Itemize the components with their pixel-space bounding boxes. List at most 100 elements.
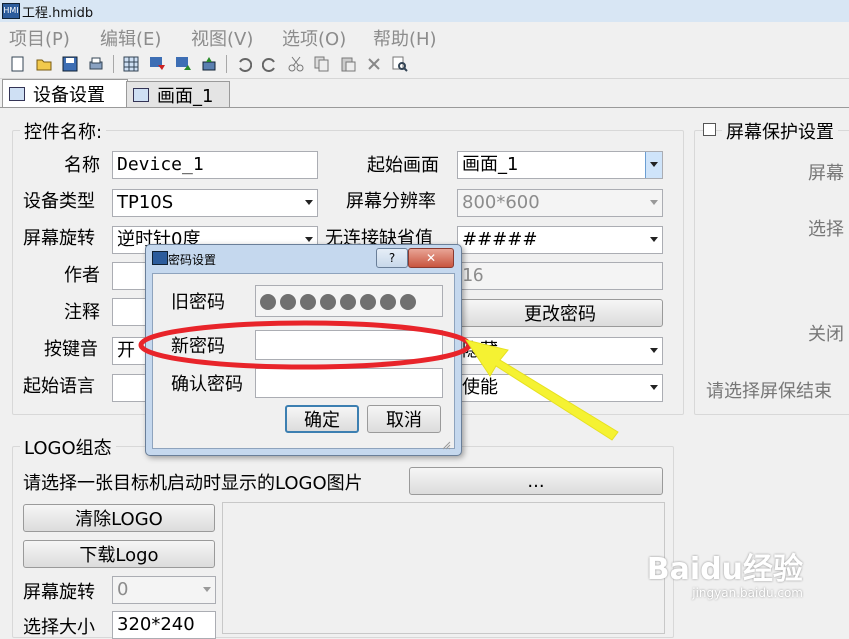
- tab-strip: 设备设置 画面_1: [0, 79, 849, 108]
- screen-icon: [133, 88, 149, 102]
- download-logo-button[interactable]: 下载Logo: [23, 540, 215, 568]
- password-dot: [300, 294, 316, 310]
- default-value: #####: [462, 229, 538, 250]
- password-dialog: 密码设置 ? ✕ 旧密码 新密码 确认密码 确定 取消: [145, 244, 462, 456]
- logo-prompt: 请选择一张目标机启动时显示的LOGO图片: [23, 473, 363, 494]
- confirm-password-label: 确认密码: [171, 374, 243, 395]
- change-password-button[interactable]: 更改密码: [457, 299, 663, 327]
- paste-icon[interactable]: [339, 55, 357, 73]
- toolbar: [0, 50, 849, 79]
- compile-icon[interactable]: [200, 55, 218, 73]
- menu-project[interactable]: 项目(P): [9, 25, 70, 51]
- chevron-down-icon: [650, 348, 658, 353]
- menu-edit[interactable]: 编辑(E): [100, 25, 161, 51]
- password-dot: [280, 294, 296, 310]
- screensaver-select-label: 选择: [808, 219, 844, 240]
- start-screen-select[interactable]: 画面_1: [457, 151, 663, 179]
- close-icon: ✕: [425, 251, 437, 265]
- logo-rotation-select[interactable]: 0: [112, 576, 216, 604]
- chevron-down-icon: [650, 385, 658, 390]
- old-password-label: 旧密码: [171, 292, 225, 313]
- browse-button[interactable]: ...: [409, 467, 663, 495]
- resolution-select[interactable]: 800*600: [457, 189, 663, 217]
- note-label: 注释: [64, 302, 100, 323]
- copy-icon[interactable]: [313, 55, 331, 73]
- chevron-down-icon: [650, 162, 658, 167]
- toolbar-separator: [226, 55, 227, 73]
- dialog-body: 旧密码 新密码 确认密码 确定 取消: [152, 273, 455, 450]
- resize-grip-icon[interactable]: [441, 434, 451, 450]
- confirm-password-field[interactable]: [255, 368, 443, 398]
- control-group-title: 控件名称:: [20, 118, 107, 144]
- chevron-down-icon: [650, 200, 658, 205]
- enable-select[interactable]: 使能: [457, 374, 663, 402]
- start-screen-label: 起始画面: [367, 155, 439, 176]
- logo-size-label: 选择大小: [23, 617, 95, 638]
- print-icon[interactable]: [87, 55, 105, 73]
- rotation-label: 屏幕旋转: [23, 228, 95, 249]
- cut-icon[interactable]: [287, 55, 305, 73]
- password-dot: [380, 294, 396, 310]
- tab-device-settings[interactable]: 设备设置: [2, 79, 128, 108]
- visibility-value: 隐藏: [462, 340, 498, 361]
- new-password-label: 新密码: [171, 336, 225, 357]
- device-type-label: 设备类型: [23, 191, 95, 212]
- start-screen-value: 画面_1: [462, 154, 519, 175]
- ok-button[interactable]: 确定: [285, 405, 359, 433]
- logo-group-title: LOGO组态: [20, 434, 116, 460]
- numeric-field[interactable]: 16: [457, 262, 663, 290]
- menu-help[interactable]: 帮助(H): [373, 25, 437, 51]
- dropdown-button[interactable]: [645, 152, 662, 178]
- upload-icon[interactable]: [174, 55, 192, 73]
- help-button[interactable]: ?: [376, 248, 408, 268]
- app-icon: HMI: [2, 3, 20, 19]
- name-field[interactable]: Device_1: [112, 151, 318, 179]
- toolbar-separator: [113, 55, 114, 73]
- screensaver-close-label: 关闭: [808, 324, 844, 345]
- resolution-label: 屏幕分辨率: [346, 191, 436, 212]
- visibility-select[interactable]: 隐藏: [457, 337, 663, 365]
- tab-screen-1[interactable]: 画面_1: [126, 81, 230, 108]
- screensaver-title: 屏幕保护设置: [722, 118, 838, 144]
- undo-icon[interactable]: [235, 55, 253, 73]
- password-dot: [360, 294, 376, 310]
- enable-value: 使能: [462, 377, 498, 398]
- language-label: 起始语言: [23, 376, 95, 397]
- default-value-select[interactable]: #####: [457, 226, 663, 254]
- delete-icon[interactable]: [365, 55, 383, 73]
- title-bar: HMI 工程.hmidb: [0, 0, 849, 23]
- screensaver-checkbox[interactable]: [703, 123, 716, 136]
- logo-size-select[interactable]: 320*240: [112, 611, 216, 639]
- beep-value: 开: [117, 340, 135, 361]
- baidu-watermark: Baidu经验 jingyan.baidu.com: [647, 554, 803, 601]
- new-file-icon[interactable]: [9, 55, 27, 73]
- open-folder-icon[interactable]: [35, 55, 53, 73]
- logo-rotation-value: 0: [117, 579, 129, 600]
- close-button[interactable]: ✕: [408, 248, 454, 268]
- watermark-url: jingyan.baidu.com: [692, 586, 803, 600]
- download-icon[interactable]: [148, 55, 166, 73]
- tab-label: 画面_1: [157, 86, 214, 107]
- dialog-title: 密码设置: [168, 253, 217, 267]
- new-password-field[interactable]: [255, 330, 443, 360]
- password-dot: [400, 294, 416, 310]
- logo-preview: [222, 502, 665, 634]
- search-icon[interactable]: [391, 55, 409, 73]
- save-icon[interactable]: [61, 55, 79, 73]
- beep-label: 按键音: [44, 339, 98, 360]
- redo-icon[interactable]: [261, 55, 279, 73]
- grid-icon[interactable]: [122, 55, 140, 73]
- password-dot: [340, 294, 356, 310]
- password-dot: [260, 294, 276, 310]
- chevron-down-icon: [305, 237, 313, 242]
- menu-options[interactable]: 选项(O): [282, 25, 346, 51]
- screensaver-end-label: 请选择屏保结束: [706, 381, 832, 402]
- device-type-select[interactable]: TP10S: [112, 189, 318, 217]
- cancel-button[interactable]: 取消: [367, 405, 441, 433]
- menu-view[interactable]: 视图(V): [191, 25, 253, 51]
- logo-rotation-label: 屏幕旋转: [23, 582, 95, 603]
- dialog-app-icon: [152, 251, 168, 265]
- tab-label: 设备设置: [33, 85, 105, 106]
- old-password-field[interactable]: [255, 285, 443, 317]
- clear-logo-button[interactable]: 清除LOGO: [23, 504, 215, 532]
